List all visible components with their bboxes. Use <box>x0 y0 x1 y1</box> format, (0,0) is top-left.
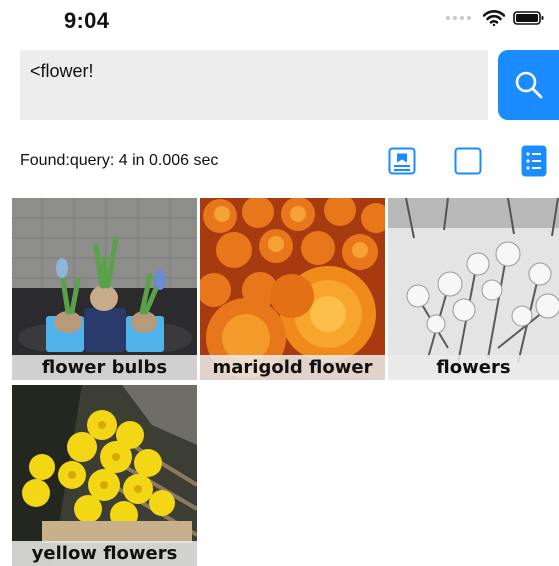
flower-bulbs-photo <box>12 198 197 380</box>
battery-icon <box>513 11 544 25</box>
image-caption: flowers <box>388 355 559 380</box>
square-view-icon <box>454 147 482 175</box>
cellular-signal-icon <box>446 16 471 20</box>
list-view-icon <box>521 145 547 177</box>
list-view-button[interactable] <box>520 145 548 177</box>
image-caption: yellow flowers <box>12 541 197 566</box>
image-caption: flower bulbs <box>12 355 197 380</box>
search-button[interactable] <box>498 50 559 120</box>
wifi-icon <box>483 10 505 26</box>
status-indicators <box>446 10 545 26</box>
marigold-flower-photo <box>200 198 385 380</box>
image-tile-marigold-flower[interactable]: marigold flower <box>200 198 385 380</box>
search-icon <box>515 71 542 99</box>
results-count: Found:query: 4 in 0.006 sec <box>20 152 219 169</box>
status-time: 9:04 <box>64 8 110 33</box>
image-tile-yellow-flowers[interactable]: yellow flowers <box>12 385 197 566</box>
flowers-photo <box>388 198 559 380</box>
card-view-button[interactable] <box>388 145 416 177</box>
image-caption: marigold flower <box>200 355 385 380</box>
image-tile-flowers[interactable]: flowers <box>388 198 559 380</box>
card-view-icon <box>388 147 416 175</box>
square-view-button[interactable] <box>454 145 482 177</box>
search-input[interactable] <box>20 50 488 120</box>
yellow-flowers-photo <box>12 385 197 566</box>
image-tile-flower-bulbs[interactable]: flower bulbs <box>12 198 197 380</box>
